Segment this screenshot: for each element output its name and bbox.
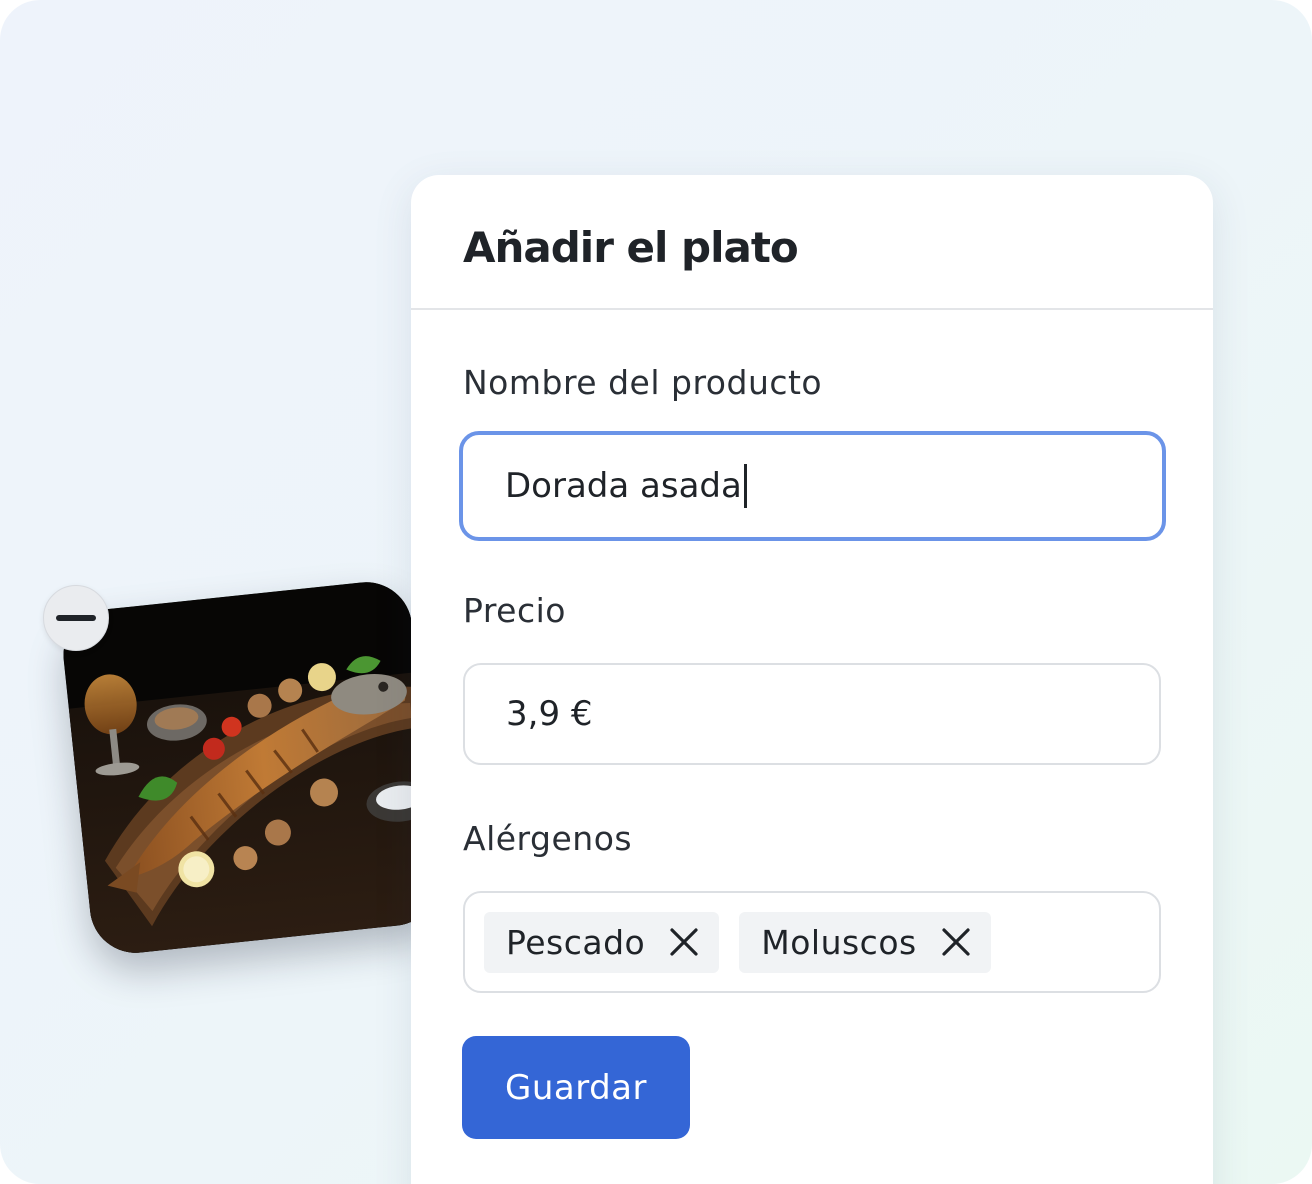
allergen-tag: Moluscos: [739, 911, 991, 973]
allergen-tag-label: Moluscos: [761, 922, 917, 962]
dish-photo: [58, 577, 444, 958]
allergens-input[interactable]: Pescado Moluscos: [463, 891, 1161, 993]
card-header: Añadir el plato: [411, 175, 1213, 310]
allergen-tag-label: Pescado: [506, 922, 646, 962]
product-name-label: Nombre del producto: [463, 363, 823, 402]
dialog-title: Añadir el plato: [463, 223, 799, 272]
text-caret: [743, 464, 747, 508]
allergens-label: Alérgenos: [463, 819, 633, 858]
minus-icon: [56, 615, 96, 621]
save-button[interactable]: Guardar: [462, 1036, 690, 1139]
add-dish-card: Añadir el plato Nombre del producto Dora…: [411, 175, 1213, 1184]
product-name-input[interactable]: Dorada asada: [459, 431, 1166, 541]
remove-tag-button[interactable]: [939, 925, 973, 959]
close-icon: [942, 928, 970, 956]
price-label: Precio: [463, 591, 566, 630]
price-value: 3,9 €: [506, 694, 593, 734]
close-icon: [670, 928, 698, 956]
allergen-tag: Pescado: [484, 911, 720, 973]
product-name-value: Dorada asada: [505, 466, 742, 506]
app-stage: Añadir el plato Nombre del producto Dora…: [0, 0, 1312, 1184]
price-input[interactable]: 3,9 €: [463, 663, 1161, 765]
remove-photo-button[interactable]: [43, 585, 109, 651]
remove-tag-button[interactable]: [667, 925, 701, 959]
